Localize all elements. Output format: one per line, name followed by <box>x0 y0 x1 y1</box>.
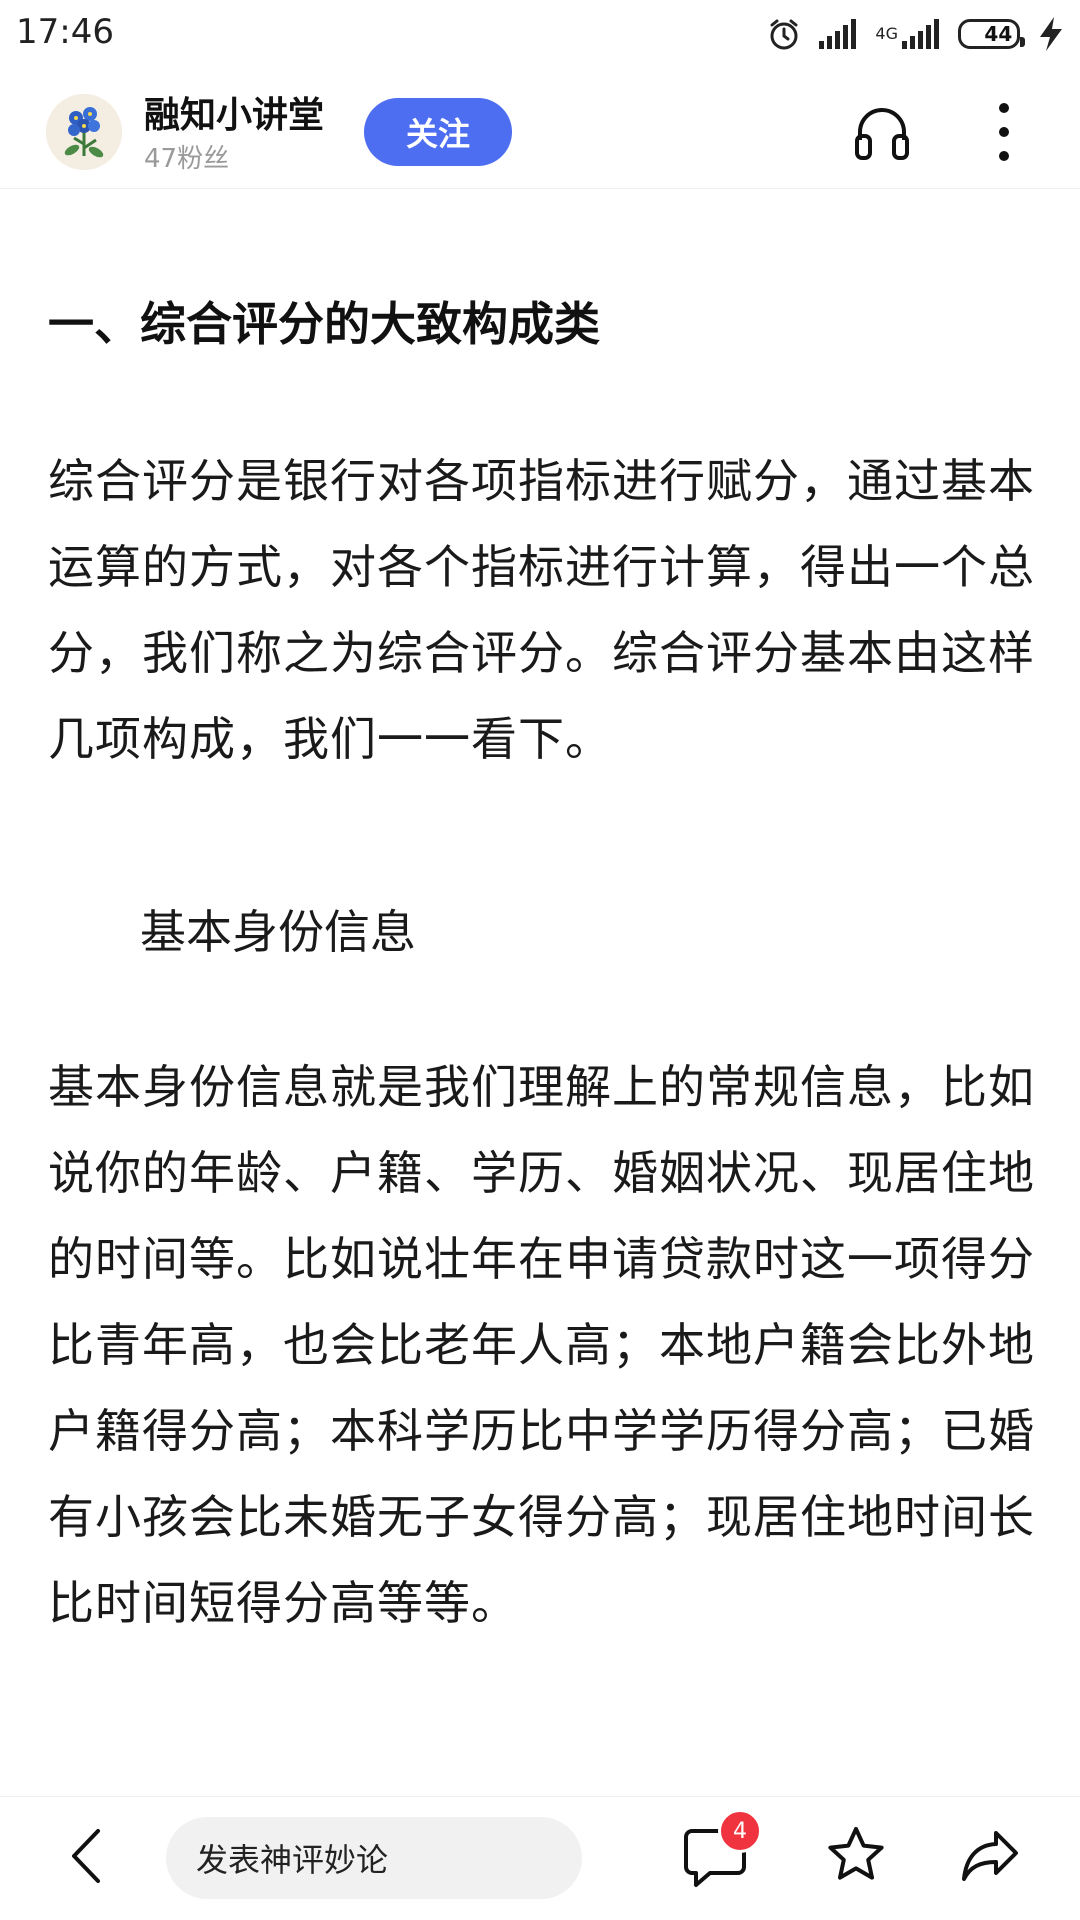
signal-icon <box>819 19 857 49</box>
article-paragraph-2: 基本身份信息就是我们理解上的常规信息，比如说你的年龄、户籍、学历、婚姻状况、现居… <box>48 1060 1035 1630</box>
comment-count-badge: 4 <box>718 1809 762 1853</box>
bottom-action-bar: 发表神评妙论 4 <box>0 1796 1080 1920</box>
article-subheading: 基本身份信息 <box>140 905 416 959</box>
charging-icon <box>1038 17 1064 51</box>
follow-button[interactable]: 关注 <box>364 98 512 166</box>
alarm-icon <box>767 17 801 51</box>
status-bar: 17:46 4G 44 <box>0 0 1080 70</box>
fans-count: 47粉丝 <box>144 144 230 174</box>
headphone-icon[interactable] <box>852 102 912 162</box>
section-heading: 一、综合评分的大致构成类 <box>48 297 600 351</box>
author-avatar[interactable] <box>46 94 122 170</box>
comment-input[interactable]: 发表神评妙论 <box>166 1817 582 1899</box>
share-icon[interactable] <box>958 1823 1022 1887</box>
author-header: 融知小讲堂 47粉丝 关注 <box>0 70 1080 189</box>
article-page: 17:46 4G 44 融知小讲堂 47粉丝 关注 一、综合评分的大致构成类 综… <box>0 0 1080 1920</box>
status-time: 17:46 <box>16 12 114 52</box>
battery-level: 44 <box>984 22 1013 46</box>
more-vertical-icon[interactable] <box>984 98 1024 166</box>
author-name[interactable]: 融知小讲堂 <box>144 86 324 138</box>
battery-icon: 44 <box>958 19 1025 49</box>
back-icon[interactable] <box>62 1825 112 1887</box>
network-type: 4G <box>875 24 898 43</box>
signal-4g-icon: 4G <box>875 19 940 49</box>
star-icon[interactable] <box>824 1823 888 1887</box>
article-paragraph-1: 综合评分是银行对各项指标进行赋分，通过基本运算的方式，对各个指标进行计算，得出一… <box>48 454 1035 766</box>
status-icons: 4G 44 <box>767 12 1064 56</box>
